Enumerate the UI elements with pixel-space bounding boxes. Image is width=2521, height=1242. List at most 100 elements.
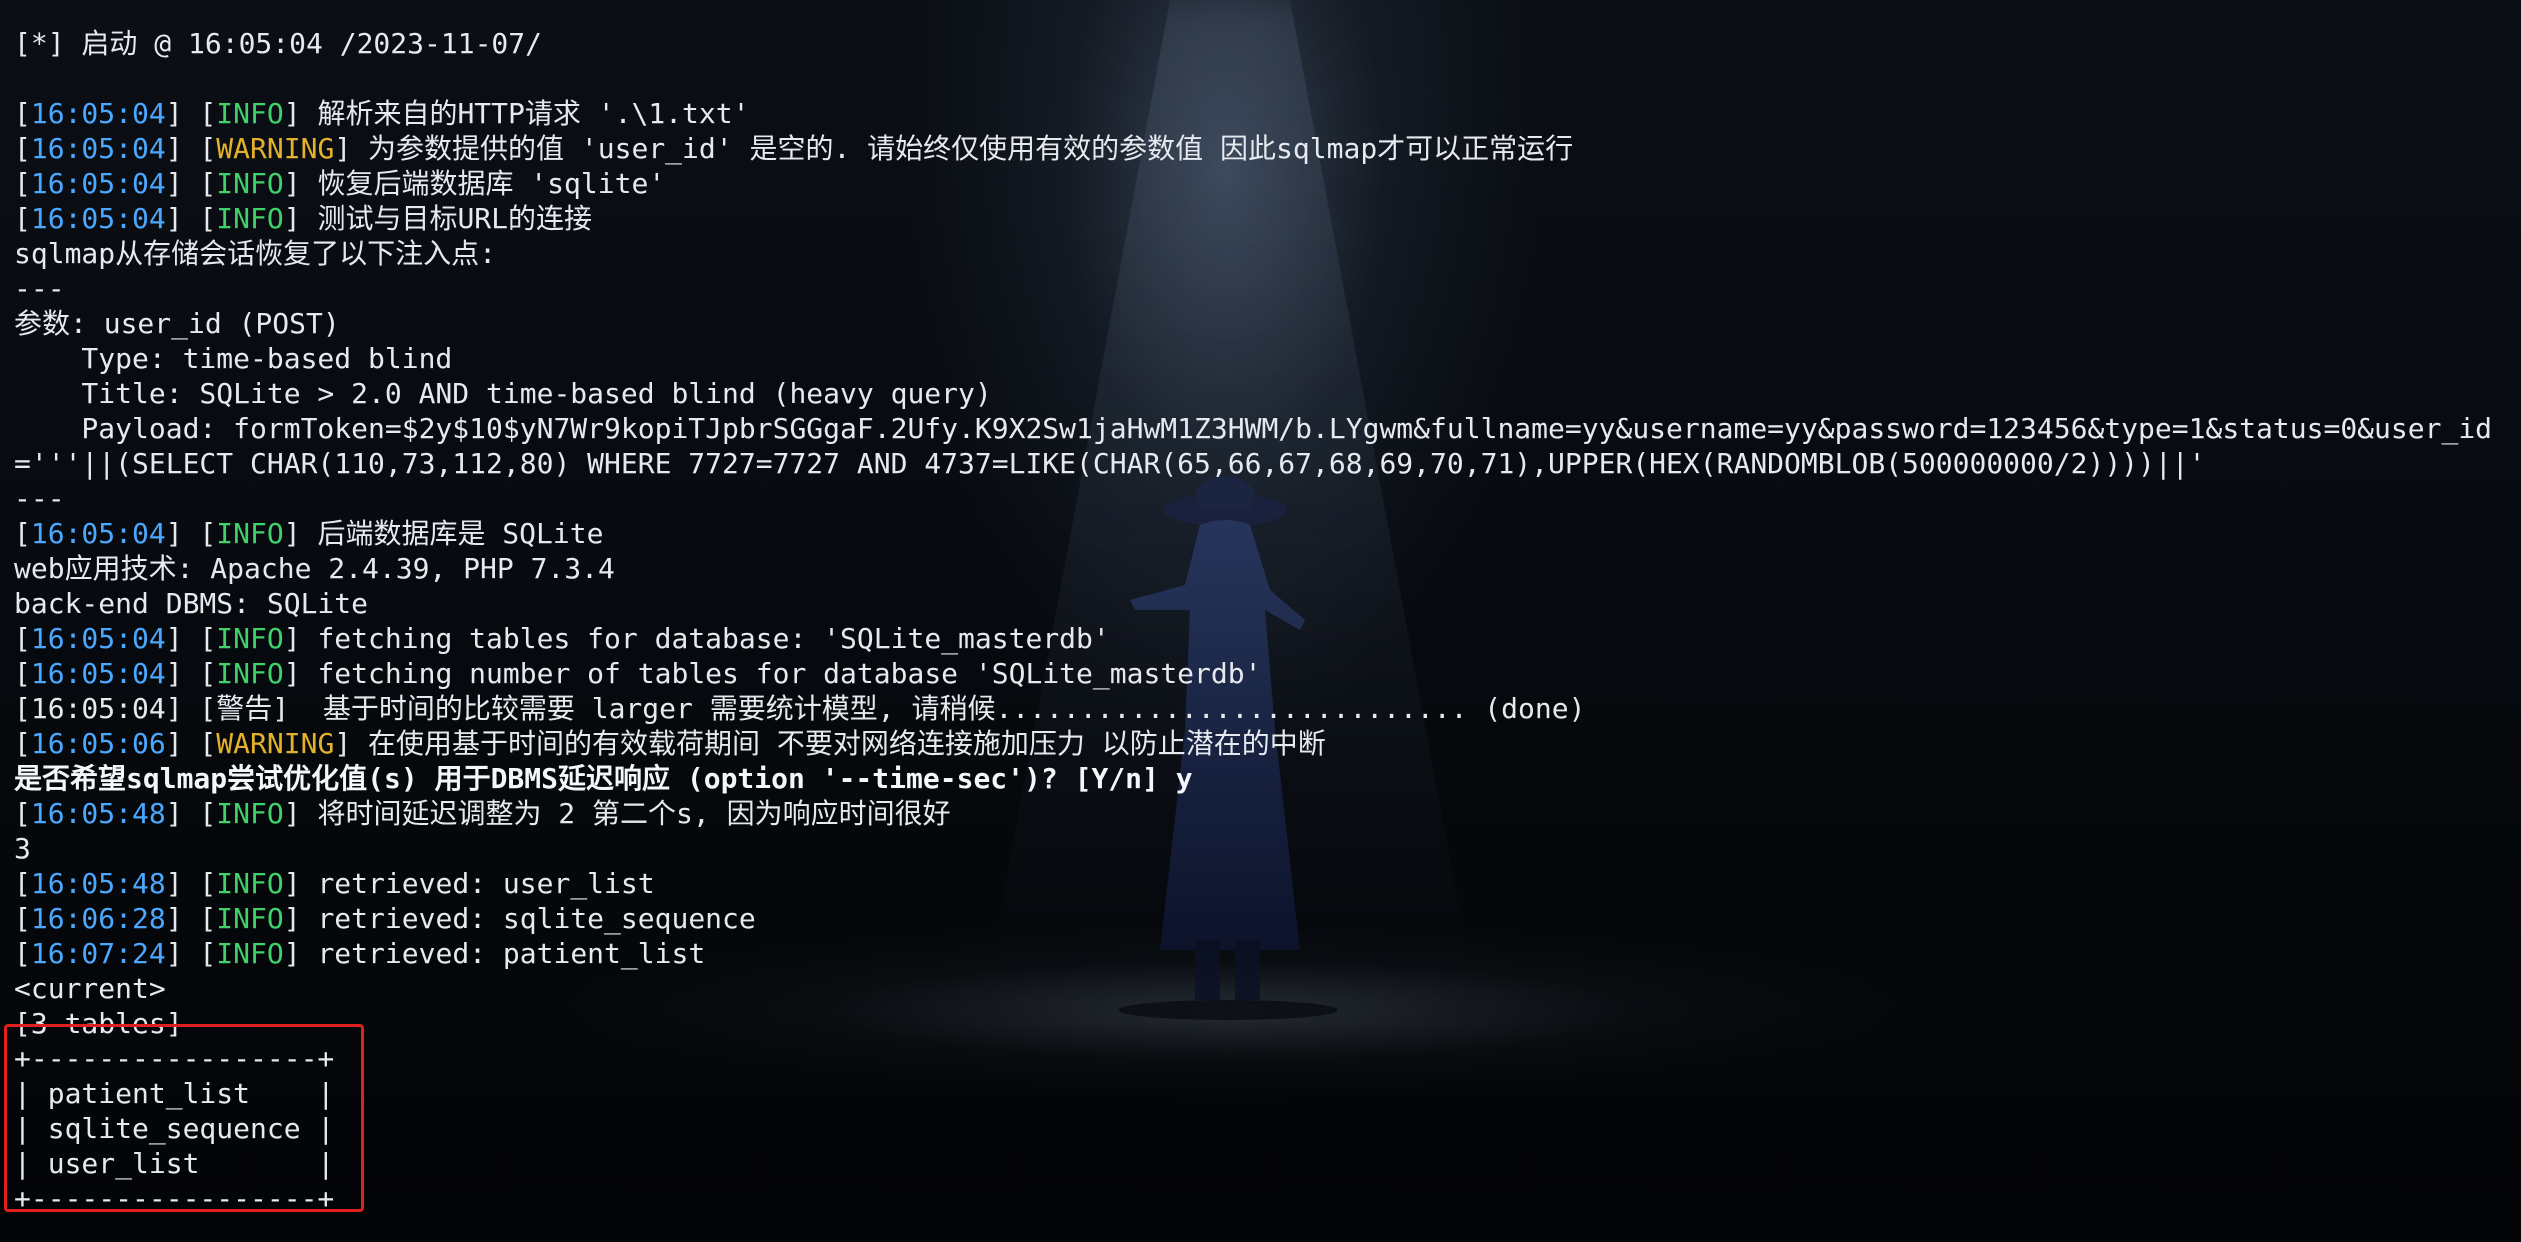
log-level: INFO — [216, 202, 284, 235]
bracket: ] — [283, 202, 318, 235]
output-line: 3 — [14, 832, 31, 865]
bracket: [ — [14, 167, 31, 200]
log-line: [16:05:04] [INFO] 恢复后端数据库 'sqlite' — [14, 166, 2521, 201]
bracket: ] [ — [165, 797, 217, 830]
bracket: ] [ — [165, 727, 217, 760]
bracket: ] — [283, 517, 318, 550]
log-message: 测试与目标URL的连接 — [317, 202, 593, 235]
log-timestamp: 16:05:04 — [30, 657, 166, 690]
log-message: 将时间延迟调整为 2 第二个s, 因为响应时间很好 — [317, 797, 951, 830]
log-line: [16:05:06] [WARNING] 在使用基于时间的有效载荷期间 不要对网… — [14, 726, 2521, 761]
log-level: INFO — [216, 902, 284, 935]
output-line: 参数: user_id (POST) — [14, 307, 340, 340]
bracket: ] — [283, 867, 318, 900]
log-line: [16:05:04] [WARNING] 为参数提供的值 'user_id' 是… — [14, 131, 2521, 166]
bracket: [ — [14, 202, 31, 235]
bracket: ] [ — [165, 202, 217, 235]
log-message: fetching tables for database: 'SQLite_ma… — [317, 622, 1110, 655]
output-line: [3 tables] — [14, 1007, 183, 1040]
log-level: INFO — [216, 622, 284, 655]
output-line: Title: SQLite > 2.0 AND time-based blind… — [14, 377, 992, 410]
output-line: <current> — [14, 972, 166, 1005]
output-line: ='''||(SELECT CHAR(110,73,112,80) WHERE … — [14, 447, 2206, 480]
log-timestamp: 16:05:48 — [30, 797, 166, 830]
terminal-window[interactable]: [*] 启动 @ 16:05:04 /2023-11-07/ [16:05:04… — [0, 0, 2521, 1242]
output-line: web应用技术: Apache 2.4.39, PHP 7.3.4 — [14, 552, 615, 585]
log-message: 恢复后端数据库 'sqlite' — [317, 167, 666, 200]
bracket: ] [ — [165, 167, 217, 200]
session-start-line: [*] 启动 @ 16:05:04 /2023-11-07/ — [14, 27, 543, 60]
output-line: [16:05:04] [警告] 基于时间的比较需要 larger 需要统计模型,… — [14, 692, 1586, 725]
terminal-output: [*] 启动 @ 16:05:04 /2023-11-07/ [16:05:04… — [14, 26, 2521, 1216]
log-message: retrieved: sqlite_sequence — [317, 902, 756, 935]
log-level: INFO — [216, 797, 284, 830]
log-level: INFO — [216, 97, 284, 130]
bracket: ] — [334, 727, 369, 760]
output-line: Payload: formToken=$2y$10$yN7Wr9kopiTJpb… — [14, 412, 2493, 445]
output-line: 是否希望sqlmap尝试优化值(s) 用于DBMS延迟响应 (option '-… — [14, 762, 1193, 795]
log-timestamp: 16:05:04 — [30, 517, 166, 550]
log-timestamp: 16:05:04 — [30, 132, 166, 165]
bracket: ] — [283, 167, 318, 200]
bracket: ] — [334, 132, 369, 165]
bracket: ] [ — [165, 657, 217, 690]
log-level: WARNING — [216, 132, 335, 165]
log-line: [16:05:04] [INFO] 后端数据库是 SQLite — [14, 516, 2521, 551]
log-message: fetching number of tables for database '… — [317, 657, 1262, 690]
log-level: INFO — [216, 937, 284, 970]
log-message: 后端数据库是 SQLite — [317, 517, 604, 550]
bracket: ] — [283, 937, 318, 970]
log-timestamp: 16:05:48 — [30, 867, 166, 900]
bracket: [ — [14, 517, 31, 550]
output-line: --- — [14, 482, 65, 515]
bracket: ] — [283, 902, 318, 935]
bracket: ] — [283, 622, 318, 655]
log-line: [16:06:28] [INFO] retrieved: sqlite_sequ… — [14, 901, 2521, 936]
log-level: INFO — [216, 167, 284, 200]
log-message: retrieved: patient_list — [317, 937, 706, 970]
log-timestamp: 16:05:04 — [30, 167, 166, 200]
bracket: [ — [14, 937, 31, 970]
bracket: [ — [14, 622, 31, 655]
bracket: [ — [14, 797, 31, 830]
output-line: --- — [14, 272, 65, 305]
log-timestamp: 16:05:06 — [30, 727, 166, 760]
bracket: [ — [14, 727, 31, 760]
output-line: back-end DBMS: SQLite — [14, 587, 369, 620]
log-line: [16:07:24] [INFO] retrieved: patient_lis… — [14, 936, 2521, 971]
bracket: ] [ — [165, 622, 217, 655]
log-timestamp: 16:05:04 — [30, 622, 166, 655]
log-timestamp: 16:07:24 — [30, 937, 166, 970]
log-level: INFO — [216, 517, 284, 550]
log-line: [16:05:04] [INFO] 解析来自的HTTP请求 '.\1.txt' — [14, 96, 2521, 131]
log-line: [16:05:48] [INFO] retrieved: user_list — [14, 866, 2521, 901]
bracket: [ — [14, 657, 31, 690]
output-line: +-----------------+ — [14, 1182, 335, 1215]
bracket: ] [ — [165, 867, 217, 900]
bracket: ] — [283, 797, 318, 830]
bracket: [ — [14, 132, 31, 165]
log-line: [16:05:04] [INFO] fetching tables for da… — [14, 621, 2521, 656]
bracket: ] [ — [165, 97, 217, 130]
bracket: [ — [14, 97, 31, 130]
log-timestamp: 16:05:04 — [30, 202, 166, 235]
bracket: ] [ — [165, 902, 217, 935]
log-message: 解析来自的HTTP请求 '.\1.txt' — [317, 97, 750, 130]
log-message: 在使用基于时间的有效载荷期间 不要对网络连接施加压力 以防止潜在的中断 — [368, 727, 1326, 760]
log-timestamp: 16:06:28 — [30, 902, 166, 935]
bracket: ] — [283, 97, 318, 130]
bracket: ] [ — [165, 517, 217, 550]
output-line: | sqlite_sequence | — [14, 1112, 335, 1145]
log-message: 为参数提供的值 'user_id' 是空的. 请始终仅使用有效的参数值 因此sq… — [368, 132, 1574, 165]
bracket: ] — [283, 657, 318, 690]
bracket: [ — [14, 867, 31, 900]
bracket: ] [ — [165, 132, 217, 165]
log-level: INFO — [216, 657, 284, 690]
log-line: [16:05:48] [INFO] 将时间延迟调整为 2 第二个s, 因为响应时… — [14, 796, 2521, 831]
log-timestamp: 16:05:04 — [30, 97, 166, 130]
output-line: Type: time-based blind — [14, 342, 453, 375]
tables-highlight-box — [4, 1024, 364, 1212]
output-line: +-----------------+ — [14, 1042, 335, 1075]
log-line: [16:05:04] [INFO] 测试与目标URL的连接 — [14, 201, 2521, 236]
